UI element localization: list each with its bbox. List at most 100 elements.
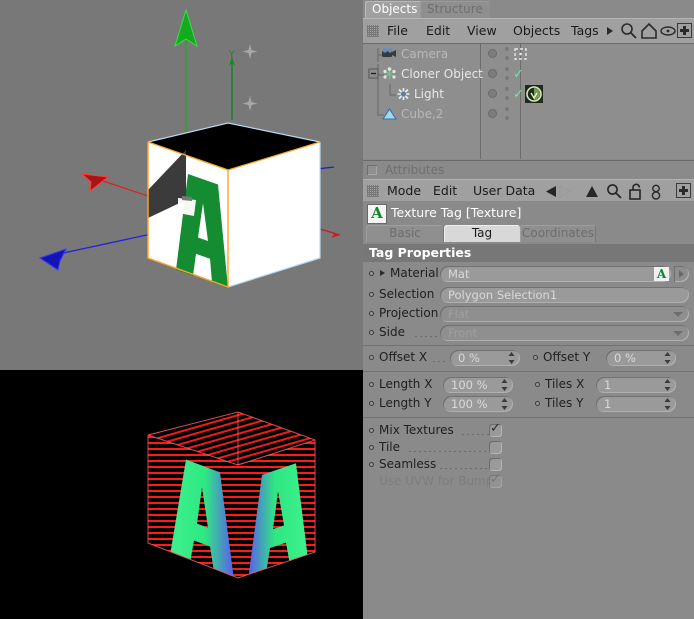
attributes-menubar: Mode Edit User Data xyxy=(363,179,694,202)
material-anim-bullet[interactable] xyxy=(369,271,374,276)
tab-structure[interactable]: Structure xyxy=(420,1,490,18)
menu-objects[interactable]: Objects xyxy=(513,23,560,38)
tab-tag[interactable]: Tag xyxy=(444,225,520,242)
visibility-upper-dot[interactable] xyxy=(505,47,509,51)
menu-edit[interactable]: Edit xyxy=(426,23,450,38)
visibility-lower-dot[interactable] xyxy=(505,96,509,100)
polygon-icon xyxy=(382,108,397,120)
visibility-dot[interactable] xyxy=(488,49,497,58)
length-y-stepper[interactable] xyxy=(501,398,508,410)
menu-user-data[interactable]: User Data xyxy=(473,183,535,198)
tiles-x-stepper[interactable] xyxy=(664,379,671,391)
side-anim-bullet[interactable] xyxy=(369,330,374,335)
visibility-upper-dot[interactable] xyxy=(505,107,509,111)
render-viewport[interactable] xyxy=(0,370,363,619)
offsetx-anim-bullet[interactable] xyxy=(369,355,374,360)
maximize-icon[interactable] xyxy=(676,183,691,198)
light-tag-icon[interactable] xyxy=(525,85,543,103)
length-y-field[interactable]: 100 % xyxy=(443,396,513,412)
tiles-y-value: 1 xyxy=(604,397,612,411)
side-dropdown[interactable]: Front xyxy=(440,325,689,341)
check-icon[interactable]: ✓ xyxy=(513,68,524,81)
tilesx-anim-bullet[interactable] xyxy=(535,382,540,387)
material-field[interactable]: Mat A xyxy=(440,266,671,282)
length-x-field[interactable]: 100 % xyxy=(443,377,513,393)
check-icon[interactable]: ✓ xyxy=(513,88,524,101)
seamless-anim-bullet[interactable] xyxy=(369,462,374,467)
tiles-y-field[interactable]: 1 xyxy=(596,396,676,412)
lock-open-icon[interactable] xyxy=(628,183,643,200)
projection-anim-bullet[interactable] xyxy=(369,311,374,316)
drag-grip-icon[interactable] xyxy=(367,25,379,37)
seamless-checkbox[interactable] xyxy=(489,458,502,471)
tree-row-cloner-object[interactable]: Cloner Object ✓ xyxy=(363,64,694,84)
offset-x-field[interactable]: 0 % xyxy=(450,350,520,366)
tree-row-light[interactable]: Light ✓ xyxy=(363,84,694,104)
object-manager-tree[interactable]: Camera Cloner Object ✓ Light ✓ Cube,2 xyxy=(363,43,694,159)
home-icon[interactable] xyxy=(640,22,658,40)
label-tiles-y: Tiles Y xyxy=(545,396,584,410)
mix-textures-checkbox[interactable]: ✓ xyxy=(489,421,502,437)
offset-x-stepper[interactable] xyxy=(508,352,515,364)
chevron-down-icon[interactable] xyxy=(673,312,683,317)
material-picker-button[interactable] xyxy=(674,266,689,282)
menu-view[interactable]: View xyxy=(467,23,497,38)
search-icon[interactable] xyxy=(620,22,638,40)
menu-tags[interactable]: Tags xyxy=(571,23,599,38)
offset-y-field[interactable]: 0 % xyxy=(606,350,676,366)
visibility-lower-dot[interactable] xyxy=(505,56,509,60)
tab-basic[interactable]: Basic xyxy=(366,225,444,242)
attributes-collapse-box[interactable] xyxy=(367,165,377,175)
selection-anim-bullet[interactable] xyxy=(369,292,374,297)
chevron-down-icon[interactable] xyxy=(673,331,683,336)
tile-checkbox[interactable] xyxy=(489,441,502,454)
panel-tabstrip: Objects Structure xyxy=(363,0,694,18)
attributes-titlebar: Attributes xyxy=(363,160,694,180)
label-length-y: Length Y xyxy=(379,396,432,410)
leader-dots xyxy=(409,451,498,452)
tag-object-title: Texture Tag [Texture] xyxy=(391,205,522,220)
material-badge-icon: A xyxy=(654,267,669,281)
tree-label-light: Light xyxy=(414,87,444,101)
dotted-frame-icon[interactable] xyxy=(514,48,527,60)
visibility-upper-dot[interactable] xyxy=(505,87,509,91)
lengthx-anim-bullet[interactable] xyxy=(369,382,374,387)
expand-arrow-icon[interactable] xyxy=(606,26,614,36)
visibility-dot[interactable] xyxy=(488,89,497,98)
eye-icon[interactable] xyxy=(660,26,676,36)
cube-object xyxy=(147,122,321,289)
projection-dropdown[interactable]: Flat xyxy=(440,306,689,322)
leader-dots xyxy=(433,361,447,362)
up-arrow-icon[interactable] xyxy=(585,185,599,198)
divider xyxy=(363,417,694,418)
visibility-lower-dot[interactable] xyxy=(505,76,509,80)
perspective-viewport[interactable]: Y xyxy=(0,0,363,370)
selection-field[interactable]: Polygon Selection1 xyxy=(440,287,689,303)
back-arrow-icon[interactable] xyxy=(544,185,558,198)
menu-mode[interactable]: Mode xyxy=(387,183,421,198)
menu-file[interactable]: File xyxy=(387,23,408,38)
tab-objects[interactable]: Objects xyxy=(365,1,425,18)
menu-edit[interactable]: Edit xyxy=(433,183,457,198)
tiles-x-field[interactable]: 1 xyxy=(596,377,676,393)
tab-coordinates[interactable]: Coordinates xyxy=(520,225,596,242)
tiles-y-stepper[interactable] xyxy=(664,398,671,410)
mixtextures-anim-bullet[interactable] xyxy=(369,428,374,433)
search-icon[interactable] xyxy=(606,183,623,200)
offsety-anim-bullet[interactable] xyxy=(533,355,538,360)
lengthy-anim-bullet[interactable] xyxy=(369,401,374,406)
tile-anim-bullet[interactable] xyxy=(369,445,374,450)
drag-grip-icon[interactable] xyxy=(367,185,379,197)
maximize-icon[interactable] xyxy=(677,23,692,38)
tilesy-anim-bullet[interactable] xyxy=(535,401,540,406)
visibility-dot[interactable] xyxy=(488,69,497,78)
link-icon[interactable] xyxy=(650,184,662,200)
visibility-upper-dot[interactable] xyxy=(505,67,509,71)
tree-row-cube[interactable]: Cube,2 xyxy=(363,104,694,124)
length-x-stepper[interactable] xyxy=(501,379,508,391)
offset-y-stepper[interactable] xyxy=(664,352,671,364)
visibility-lower-dot[interactable] xyxy=(505,116,509,120)
tree-row-camera[interactable]: Camera xyxy=(363,44,694,64)
visibility-dot[interactable] xyxy=(488,109,497,118)
material-expand-triangle-icon[interactable] xyxy=(380,270,385,276)
